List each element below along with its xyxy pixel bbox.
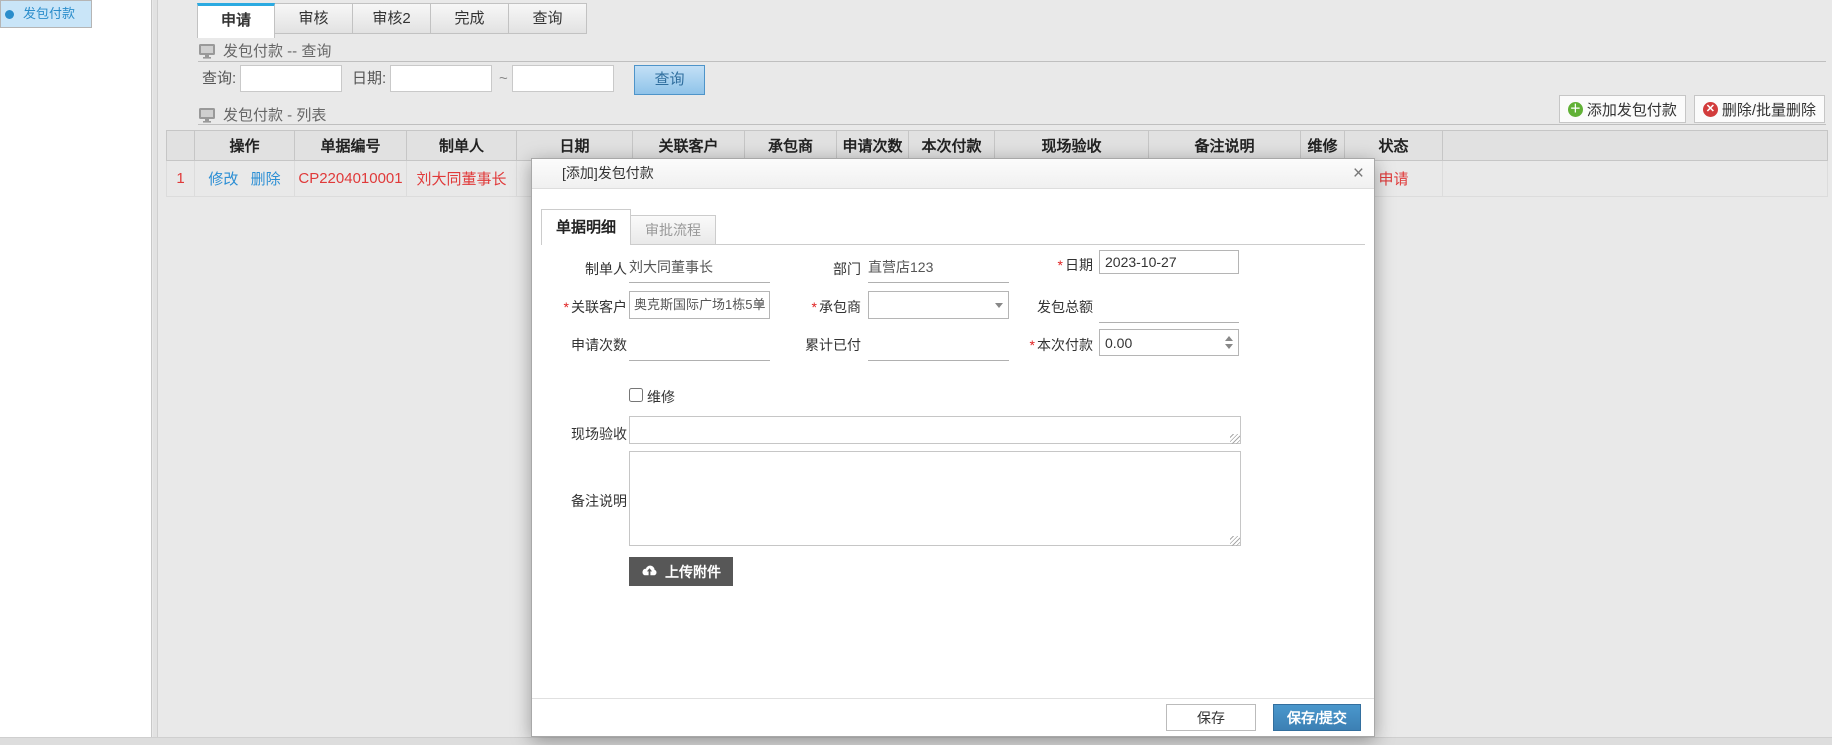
- sidebar: 发包付款: [0, 0, 152, 745]
- payment-spinner: [1099, 329, 1239, 356]
- creator-field[interactable]: 刘大同董事长: [629, 251, 770, 283]
- date-label: 日期:: [352, 65, 386, 93]
- tab-complete[interactable]: 完成: [431, 3, 509, 34]
- sidebar-splitter[interactable]: [153, 0, 158, 745]
- bottom-scrollbar[interactable]: [0, 737, 1832, 745]
- total-field[interactable]: [1099, 291, 1239, 323]
- spinner-up-icon[interactable]: [1225, 336, 1233, 341]
- save-button[interactable]: 保存: [1166, 704, 1256, 731]
- delete-batch-button[interactable]: ✕ 删除/批量删除: [1694, 95, 1825, 123]
- date-field-label: *日期: [962, 255, 1093, 275]
- col-repair: 维修: [1301, 131, 1345, 161]
- cell-filler: [1443, 161, 1828, 197]
- delete-batch-button-label: 删除/批量删除: [1722, 99, 1816, 120]
- contractor-label: *承包商: [772, 297, 861, 317]
- date-range-separator: ~: [499, 65, 508, 93]
- dialog-titlebar: [添加]发包付款 ×: [532, 159, 1374, 189]
- dialog-tabs: 单据明细 审批流程: [541, 209, 716, 245]
- sidebar-item-label: 发包付款: [23, 1, 75, 27]
- close-icon[interactable]: ×: [1353, 159, 1364, 188]
- monitor-icon: [198, 107, 216, 123]
- resize-grip-icon[interactable]: [1230, 434, 1240, 444]
- date-to-input[interactable]: [512, 65, 614, 92]
- cell-creator: 刘大同董事长: [407, 161, 517, 197]
- list-section-title-text: 发包付款 - 列表: [223, 104, 326, 125]
- workflow-tabs: 申请 审核 审核2 完成 查询: [197, 3, 587, 38]
- remark-textarea[interactable]: [629, 451, 1241, 546]
- col-filler: [1443, 131, 1828, 161]
- add-payment-button[interactable]: ＋ 添加发包付款: [1559, 95, 1686, 123]
- cross-circle-icon: ✕: [1703, 102, 1718, 117]
- col-actions: 操作: [195, 131, 295, 161]
- remark-label: 备注说明: [532, 491, 627, 511]
- total-label: 发包总额: [962, 297, 1093, 317]
- col-creator: 制单人: [407, 131, 517, 161]
- edit-link[interactable]: 修改: [208, 171, 238, 188]
- plus-circle-icon: ＋: [1568, 102, 1583, 117]
- customer-label: *关联客户: [532, 297, 627, 317]
- repair-checkbox-label: 维修: [647, 387, 675, 407]
- acceptance-textarea[interactable]: [629, 416, 1241, 444]
- bullet-dot-icon: [5, 10, 14, 19]
- delete-link[interactable]: 删除: [251, 171, 281, 188]
- col-payment: 本次付款: [909, 131, 995, 161]
- search-label: 查询:: [202, 65, 236, 93]
- search-button[interactable]: 查询: [634, 65, 705, 95]
- col-acceptance: 现场验收: [995, 131, 1149, 161]
- col-apply-count: 申请次数: [837, 131, 909, 161]
- creator-label: 制单人: [532, 259, 627, 279]
- dialog-body: 单据明细 审批流程 制单人 刘大同董事长 部门 直营店123 *日期 *关联客户…: [532, 189, 1374, 698]
- col-status: 状态: [1345, 131, 1443, 161]
- apply-count-label: 申请次数: [532, 335, 627, 355]
- tab-review2[interactable]: 审核2: [353, 3, 431, 34]
- tab-query[interactable]: 查询: [509, 3, 587, 34]
- tab-doc-detail[interactable]: 单据明细: [541, 209, 631, 245]
- col-date: 日期: [517, 131, 633, 161]
- col-customer: 关联客户: [633, 131, 745, 161]
- payment-input[interactable]: [1100, 330, 1238, 355]
- cell-actions: 修改 删除: [195, 161, 295, 197]
- apply-count-field[interactable]: [629, 329, 770, 361]
- add-payment-dialog: [添加]发包付款 × 单据明细 审批流程 制单人 刘大同董事长 部门 直营店12…: [531, 158, 1375, 737]
- payment-label: *本次付款: [962, 335, 1093, 355]
- query-section-title: 发包付款 -- 查询: [198, 40, 331, 61]
- col-rownum: [167, 131, 195, 161]
- cloud-upload-icon: [641, 565, 658, 578]
- col-remark: 备注说明: [1149, 131, 1301, 161]
- sidebar-item-contract-payment[interactable]: 发包付款: [0, 0, 92, 28]
- col-contractor: 承包商: [745, 131, 837, 161]
- col-doc-no: 单据编号: [295, 131, 407, 161]
- customer-select[interactable]: 奥克斯国际广场1栋5单: [629, 291, 770, 319]
- table-header-row: 操作 单据编号 制单人 日期 关联客户 承包商 申请次数 本次付款 现场验收 备…: [167, 131, 1828, 161]
- tab-approval-flow[interactable]: 审批流程: [631, 215, 716, 245]
- spinner-down-icon[interactable]: [1225, 344, 1233, 349]
- list-actions: ＋ 添加发包付款 ✕ 删除/批量删除: [1559, 95, 1825, 123]
- list-section-title: 发包付款 - 列表: [198, 104, 326, 125]
- department-label: 部门: [772, 259, 861, 279]
- cell-rownum: 1: [167, 161, 195, 197]
- add-payment-button-label: 添加发包付款: [1587, 99, 1677, 120]
- dialog-title: [添加]发包付款: [562, 165, 654, 181]
- date-from-input[interactable]: [390, 65, 492, 92]
- repair-checkbox[interactable]: [629, 388, 643, 402]
- query-section-title-text: 发包付款 -- 查询: [223, 40, 331, 61]
- save-submit-button[interactable]: 保存/提交: [1273, 704, 1361, 731]
- acceptance-label: 现场验收: [532, 424, 627, 444]
- divider: [198, 61, 1826, 62]
- dialog-footer: 保存 保存/提交: [532, 698, 1374, 736]
- customer-select-value: 奥克斯国际广场1栋5单: [634, 297, 765, 312]
- date-field-input[interactable]: [1099, 250, 1239, 274]
- cell-doc-no: CP2204010001: [295, 161, 407, 197]
- upload-attachment-label: 上传附件: [665, 562, 721, 582]
- upload-attachment-button[interactable]: 上传附件: [629, 557, 733, 586]
- paid-label: 累计已付: [772, 335, 861, 355]
- monitor-icon: [198, 43, 216, 59]
- divider: [198, 124, 1826, 125]
- search-input[interactable]: [240, 65, 342, 92]
- tab-review[interactable]: 审核: [275, 3, 353, 34]
- chevron-down-icon: [756, 303, 764, 308]
- tab-apply[interactable]: 申请: [197, 3, 275, 38]
- resize-grip-icon[interactable]: [1230, 536, 1240, 546]
